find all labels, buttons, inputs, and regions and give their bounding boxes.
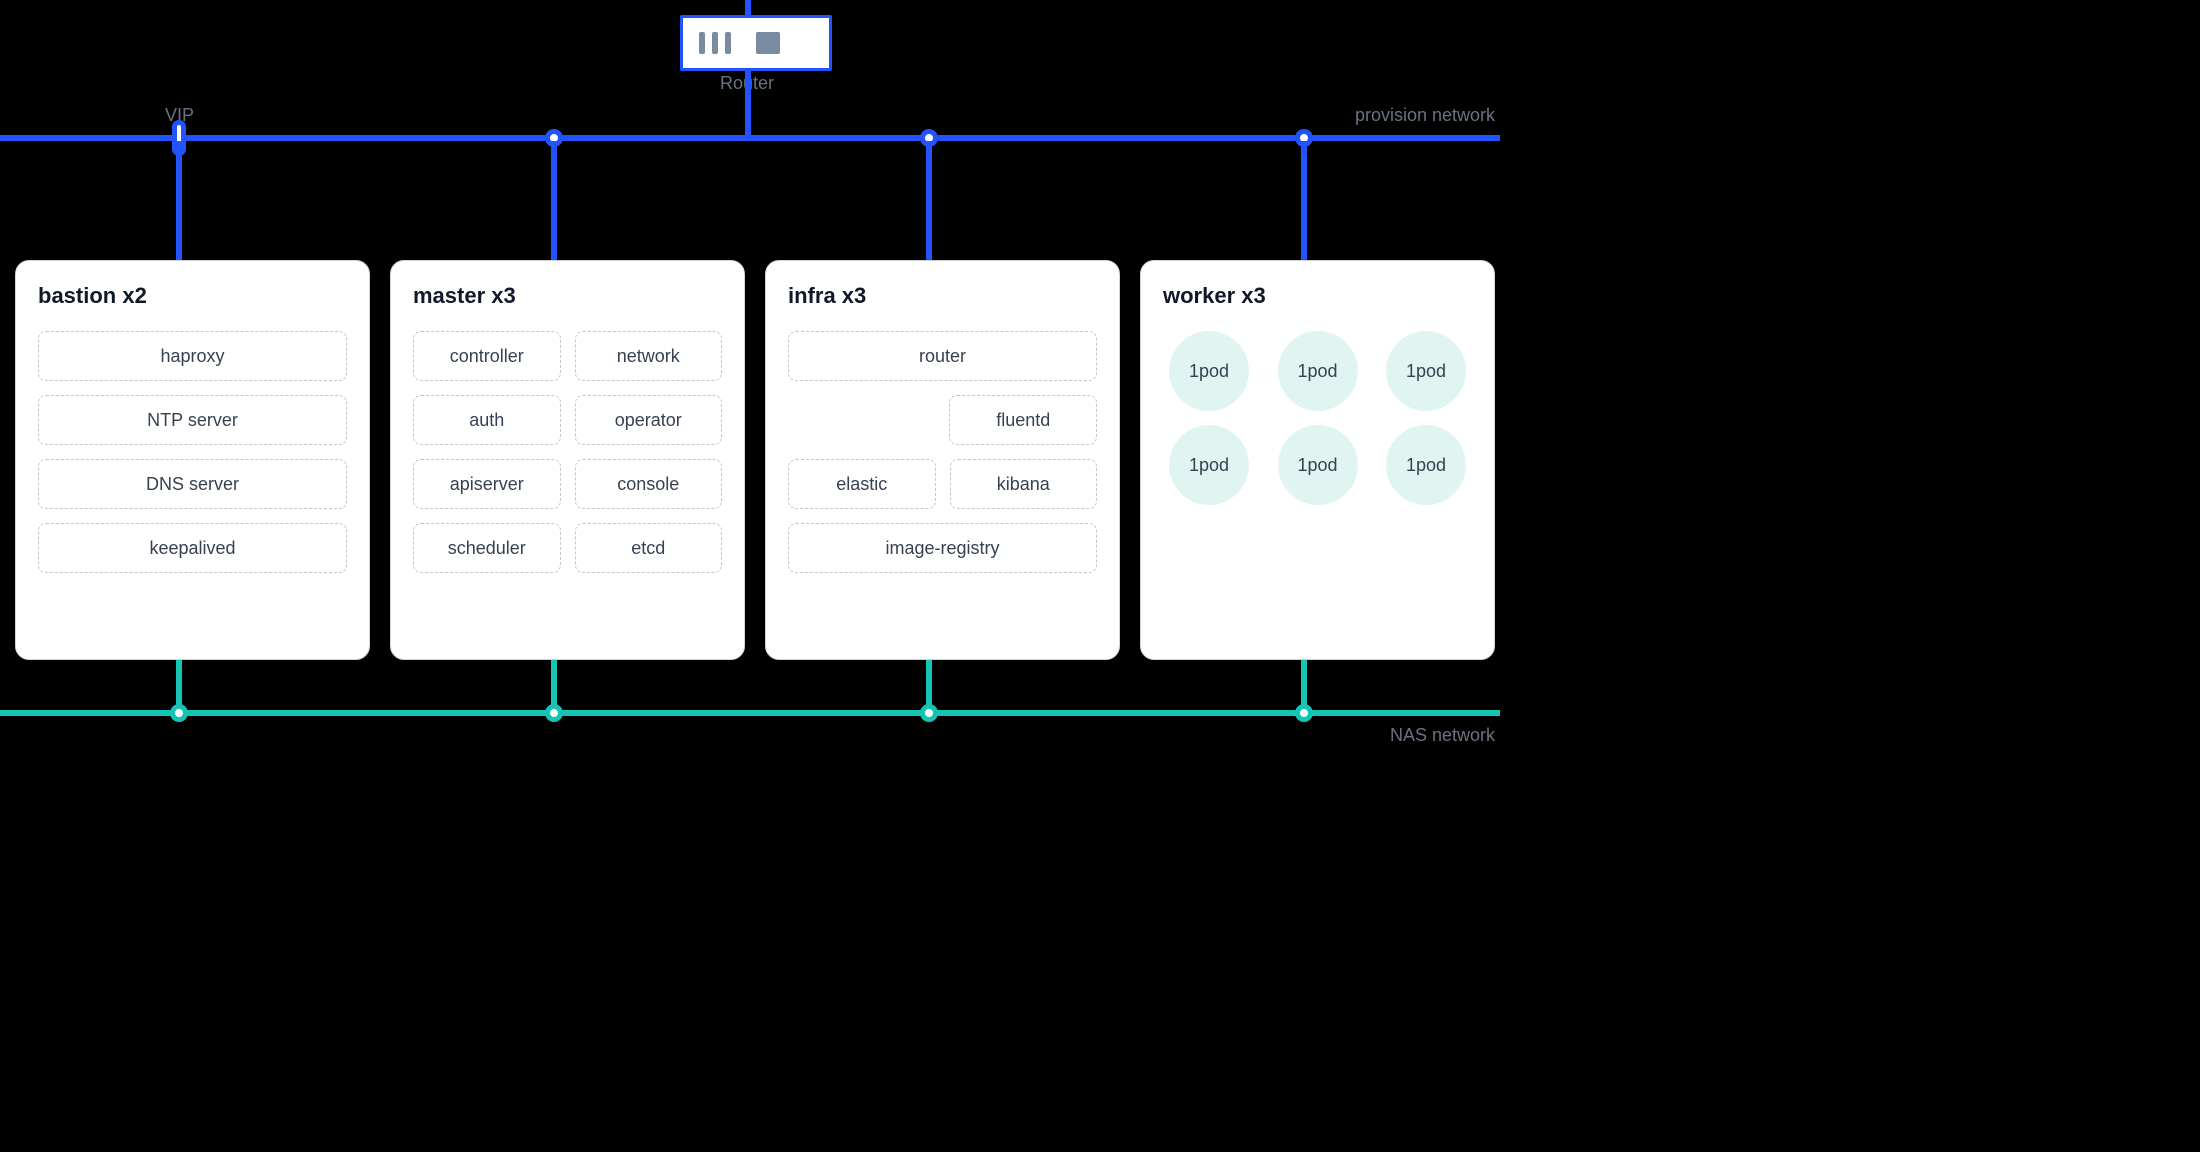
pod-circle: 1pod xyxy=(1386,425,1466,505)
line-segment xyxy=(551,141,557,261)
network-node xyxy=(1295,704,1313,722)
provision-network-label: provision network xyxy=(1355,105,1495,126)
line-segment xyxy=(926,141,932,261)
group-title: worker x3 xyxy=(1163,283,1472,309)
line-segment xyxy=(1301,660,1307,710)
service-box: auth xyxy=(413,395,561,445)
service-box: scheduler xyxy=(413,523,561,573)
service-box: router xyxy=(788,331,1097,381)
network-node xyxy=(545,704,563,722)
line-segment xyxy=(745,68,751,138)
line-segment xyxy=(926,660,932,710)
service-box: etcd xyxy=(575,523,723,573)
service-box: controller xyxy=(413,331,561,381)
service-box: operator xyxy=(575,395,723,445)
line-segment xyxy=(1301,141,1307,261)
service-box: kibana xyxy=(950,459,1098,509)
pod-circle: 1pod xyxy=(1278,331,1358,411)
line-segment xyxy=(176,660,182,710)
node-group-worker: worker x3 1pod 1pod 1pod 1pod 1pod 1pod xyxy=(1140,260,1495,660)
service-box: haproxy xyxy=(38,331,347,381)
node-group-master: master x3 controller network auth operat… xyxy=(390,260,745,660)
service-box: keepalived xyxy=(38,523,347,573)
service-box: image-registry xyxy=(788,523,1097,573)
network-node xyxy=(920,704,938,722)
group-title: master x3 xyxy=(413,283,722,309)
pod-circle: 1pod xyxy=(1169,331,1249,411)
line-segment xyxy=(551,660,557,710)
node-group-infra: infra x3 router fluentd elastic kibana i… xyxy=(765,260,1120,660)
service-box: console xyxy=(575,459,723,509)
router-icon xyxy=(680,15,832,71)
network-node xyxy=(170,704,188,722)
nas-network-label: NAS network xyxy=(1390,725,1495,746)
line-segment xyxy=(176,141,182,261)
pod-circle: 1pod xyxy=(1386,331,1466,411)
group-title: bastion x2 xyxy=(38,283,347,309)
network-diagram: Router VIP provision network bastion x2 … xyxy=(0,0,1500,768)
service-box: fluentd xyxy=(949,395,1097,445)
service-box: NTP server xyxy=(38,395,347,445)
service-box: elastic xyxy=(788,459,936,509)
pod-circle: 1pod xyxy=(1278,425,1358,505)
nas-network-line xyxy=(0,710,1500,716)
line-segment xyxy=(745,0,751,15)
group-title: infra x3 xyxy=(788,283,1097,309)
node-group-bastion: bastion x2 haproxy NTP server DNS server… xyxy=(15,260,370,660)
pod-circle: 1pod xyxy=(1169,425,1249,505)
service-box: apiserver xyxy=(413,459,561,509)
service-box: network xyxy=(575,331,723,381)
service-box: DNS server xyxy=(38,459,347,509)
provision-network-line xyxy=(0,135,1500,141)
